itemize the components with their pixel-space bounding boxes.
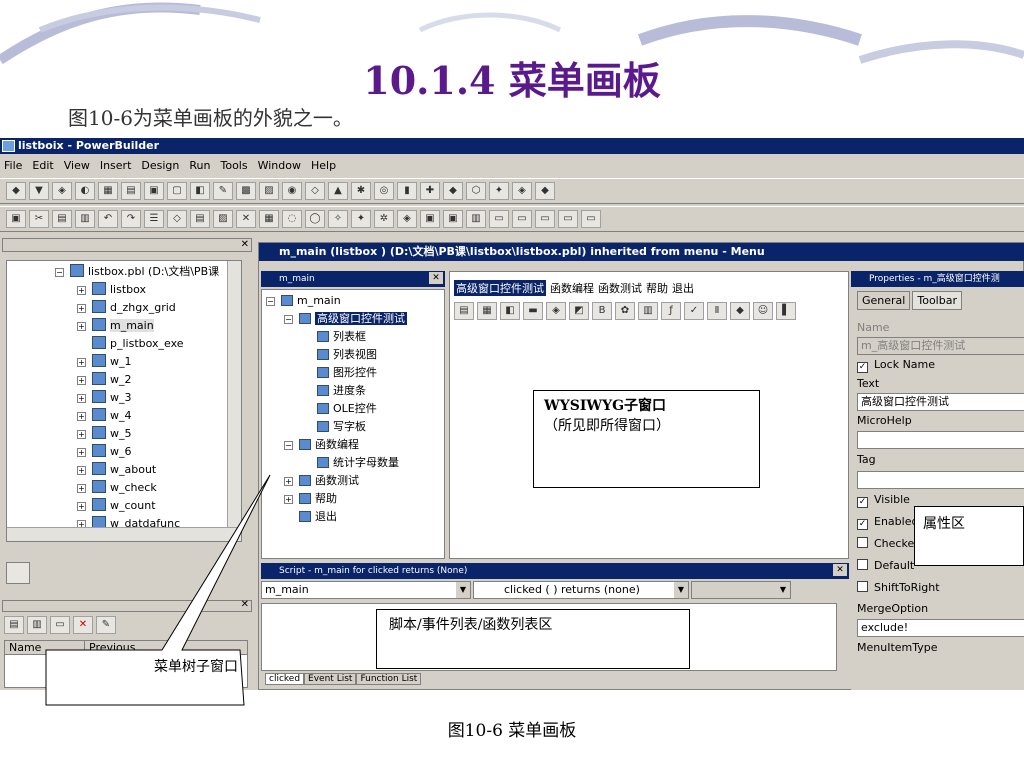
- figure-caption: 图10-6 菜单画板: [447, 721, 577, 741]
- tree-callout: 菜单树子窗口: [154, 659, 238, 675]
- callout-pointer: [45, 474, 271, 706]
